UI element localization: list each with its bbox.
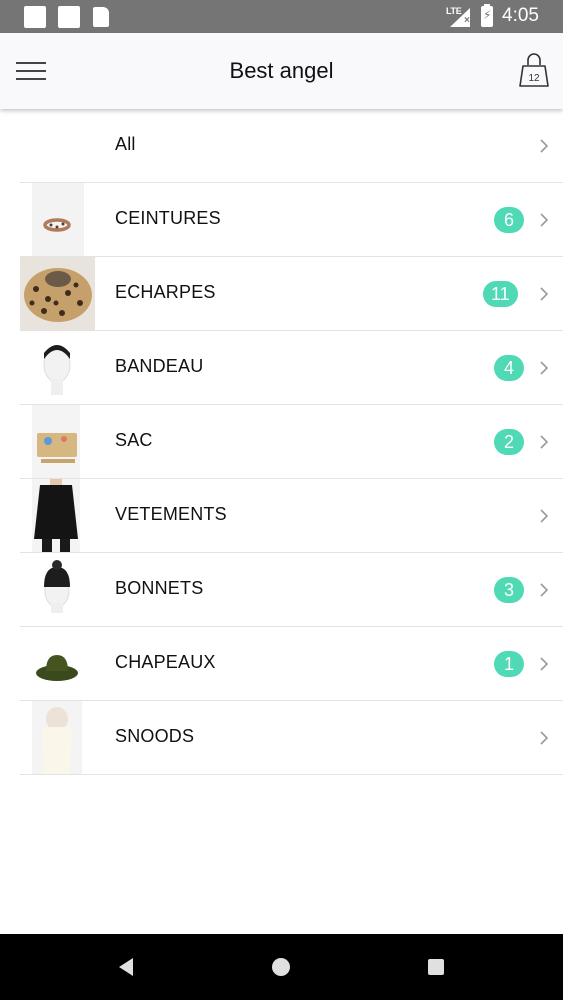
chevron-right-icon (540, 731, 549, 745)
chevron-right-icon (540, 139, 549, 153)
sd-card-icon (93, 7, 109, 27)
category-row-all[interactable]: All (20, 109, 563, 183)
count-badge: 1 (494, 651, 524, 677)
recent-apps-icon[interactable] (428, 959, 444, 975)
chevron-right-icon (540, 287, 549, 301)
category-row-snoods[interactable]: SNOODS (20, 701, 563, 775)
category-row-bonnets[interactable]: BONNETS 3 (20, 553, 563, 627)
hat-thumbnail (20, 627, 95, 700)
shopping-bag-icon[interactable]: 12 (516, 53, 552, 91)
category-row-vetements[interactable]: VETEMENTS (20, 479, 563, 553)
chevron-right-icon (540, 509, 549, 523)
category-label: ECHARPES (115, 282, 216, 302)
headband-thumbnail (20, 331, 95, 404)
chevron-right-icon (540, 213, 549, 227)
chevron-right-icon (540, 583, 549, 597)
notification-icon (24, 6, 46, 28)
category-label: CEINTURES (115, 208, 221, 228)
count-badge: 6 (494, 207, 524, 233)
network-type: LTE (446, 6, 462, 16)
system-nav-bar (0, 934, 563, 1000)
coat-thumbnail (20, 479, 95, 552)
page-title: Best angel (229, 58, 334, 83)
status-time: 4:05 (502, 5, 539, 26)
beanie-thumbnail (20, 553, 95, 626)
home-icon[interactable] (272, 958, 290, 976)
bag-thumbnail (20, 405, 95, 478)
chevron-right-icon (540, 435, 549, 449)
count-badge: 2 (494, 429, 524, 455)
chevron-right-icon (540, 657, 549, 671)
count-badge: 4 (494, 355, 524, 381)
no-data-icon: × (464, 15, 470, 26)
back-icon[interactable] (117, 956, 135, 978)
category-row-bandeau[interactable]: BANDEAU 4 (20, 331, 563, 405)
cart-count: 12 (528, 73, 540, 84)
category-row-ceintures[interactable]: CEINTURES 6 (20, 183, 563, 257)
category-label: BANDEAU (115, 356, 204, 376)
chevron-right-icon (540, 361, 549, 375)
category-label: All (115, 134, 136, 154)
status-bar: LTE × ⚡ 4:05 (0, 0, 563, 33)
app-bar: Best angel 12 (0, 33, 563, 109)
category-label: VETEMENTS (115, 504, 227, 524)
category-row-sac[interactable]: SAC 2 (20, 405, 563, 479)
notification-icon (58, 6, 80, 28)
category-label: SNOODS (115, 726, 195, 746)
category-label: CHAPEAUX (115, 652, 216, 672)
count-badge: 11 (483, 281, 518, 307)
category-row-chapeaux[interactable]: CHAPEAUX 1 (20, 627, 563, 701)
category-row-echarpes[interactable]: ECHARPES 11 (20, 257, 563, 331)
leopard-scarf-thumbnail (20, 257, 95, 330)
category-label: SAC (115, 430, 153, 450)
charging-bolt-icon: ⚡ (483, 8, 492, 22)
belt-thumbnail (20, 183, 95, 256)
snood-thumbnail (20, 701, 95, 774)
count-badge: 3 (494, 577, 524, 603)
category-label: BONNETS (115, 578, 204, 598)
